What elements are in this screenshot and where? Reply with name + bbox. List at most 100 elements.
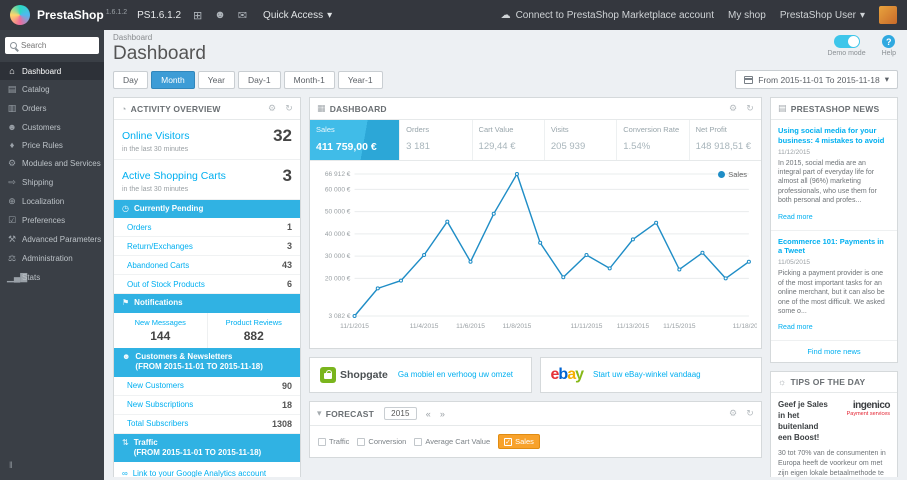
quick-access-menu[interactable]: Quick Access ▾ xyxy=(263,10,332,21)
find-more-news-link[interactable]: Find more news xyxy=(771,341,897,362)
refresh-icon[interactable]: ↻ xyxy=(746,408,754,419)
ingenico-logo: ingenico Payment services xyxy=(838,400,891,443)
kpi-label: Visits xyxy=(550,125,569,134)
cell-label: Product Reviews xyxy=(225,317,282,327)
sidebar-item-localization[interactable]: ⊕ Localization xyxy=(0,192,104,211)
sidebar-item-shipping[interactable]: ⇨ Shipping xyxy=(0,173,104,192)
svg-text:11/13/2015: 11/13/2015 xyxy=(617,323,650,330)
read-more-link[interactable]: Read more xyxy=(778,214,813,221)
search-input[interactable] xyxy=(21,41,89,50)
advanced-parameters-icon: ⚒ xyxy=(7,234,17,244)
refresh-icon[interactable]: ↻ xyxy=(285,103,293,114)
my-shop-link[interactable]: My shop xyxy=(728,10,766,21)
row-value: 3 xyxy=(286,241,292,252)
user-menu[interactable]: PrestaShop User ▾ xyxy=(780,10,865,21)
marketplace-label: Connect to PrestaShop Marketplace accoun… xyxy=(515,9,715,21)
forecast-toggle-average-cart-value[interactable]: Average Cart Value xyxy=(414,437,490,446)
brand-text: PrestaShop xyxy=(37,8,104,22)
forecast-year-select[interactable]: 2015 xyxy=(384,407,417,420)
avatar[interactable] xyxy=(879,6,897,24)
row-link[interactable]: Total Subscribers xyxy=(127,419,188,428)
news-article-link[interactable]: Using social media for your business: 4 … xyxy=(778,126,890,146)
sidebar-item-administration[interactable]: ⚖ Administration xyxy=(0,249,104,268)
range-day-1-button[interactable]: Day-1 xyxy=(237,70,281,89)
kpi-cart-value[interactable]: Cart Value 129,44 € xyxy=(473,120,545,160)
sidebar-item-stats[interactable]: ▁▄▇ Stats xyxy=(0,268,104,287)
range-day-button[interactable]: Day xyxy=(113,70,149,89)
prestashop-news-panel: ▤ PRESTASHOP NEWS Using social media for… xyxy=(770,97,898,364)
quick-access-label: Quick Access xyxy=(263,9,324,21)
sidebar-item-orders[interactable]: ▥ Orders xyxy=(0,99,104,118)
range-month-button[interactable]: Month xyxy=(151,70,195,89)
topbar: PrestaShop 1.6.1.2 PS1.6.1.2 ⊞ ☻ ✉ Quick … xyxy=(0,0,907,30)
date-range-picker[interactable]: From 2015-11-01 To 2015-11-18 ▾ xyxy=(735,70,898,89)
help-icon[interactable]: ? xyxy=(882,35,896,48)
kpi-net-profit[interactable]: Net Profit 148 918,51 € xyxy=(690,120,761,160)
product-reviews-cell[interactable]: Product Reviews 882 xyxy=(208,313,301,348)
breadcrumb[interactable]: Dashboard xyxy=(113,33,206,42)
demo-mode-toggle[interactable] xyxy=(833,35,860,48)
section-title: Currently Pending xyxy=(133,204,204,213)
online-visitors-link[interactable]: Online Visitors xyxy=(122,130,190,142)
active-carts-link[interactable]: Active Shopping Carts xyxy=(122,170,226,182)
messages-icon[interactable]: ✉ xyxy=(238,9,247,22)
cart-icon[interactable]: ⊞ xyxy=(193,9,202,22)
gear-icon[interactable]: ⚙ xyxy=(729,408,737,419)
kpi-sales[interactable]: Sales 411 759,00 € xyxy=(310,120,401,160)
sidebar-item-advanced-parameters[interactable]: ⚒ Advanced Parameters xyxy=(0,230,104,249)
kpi-visits[interactable]: Visits 205 939 xyxy=(545,120,618,160)
ebay-promo: ebay Start uw eBay-winkel vandaag xyxy=(539,357,762,393)
gear-icon[interactable]: ⚙ xyxy=(729,103,737,114)
activity-icon: ◔ xyxy=(121,103,127,114)
kpi-conversion-rate[interactable]: Conversion Rate 1.54% xyxy=(617,120,690,160)
ebay-letter: a xyxy=(567,366,576,383)
sidebar-collapse-button[interactable]: ‖ xyxy=(0,450,104,480)
svg-text:11/18/2015: 11/18/2015 xyxy=(733,323,757,330)
google-analytics-link[interactable]: ∞ Link to your Google Analytics account xyxy=(114,462,300,477)
sidebar-item-dashboard[interactable]: ⌂ Dashboard xyxy=(0,62,104,80)
forecast-toggle-traffic[interactable]: Traffic xyxy=(318,437,349,446)
forecast-next-button[interactable]: » xyxy=(440,409,445,419)
gear-icon[interactable]: ⚙ xyxy=(268,103,276,114)
news-article-excerpt: Picking a payment provider is one of the… xyxy=(778,270,885,315)
customers-row-total-subscribers: Total Subscribers 1308 xyxy=(114,415,300,434)
range-month-1-button[interactable]: Month-1 xyxy=(283,70,335,89)
shopgate-promo-link[interactable]: Ga mobiel en verhoog uw omzet xyxy=(398,370,513,380)
sidebar-item-modules[interactable]: ⚙ Modules and Services xyxy=(0,154,104,173)
kpi-orders[interactable]: Orders 3 181 xyxy=(400,120,473,160)
row-link[interactable]: Abandoned Carts xyxy=(127,261,189,270)
row-value: 1 xyxy=(286,222,292,233)
forecast-prev-button[interactable]: « xyxy=(426,409,431,419)
date-range-value: From 2015-11-01 To 2015-11-18 xyxy=(758,74,880,85)
sidebar-item-customers[interactable]: ☻ Customers xyxy=(0,118,104,136)
range-year-1-button[interactable]: Year-1 xyxy=(337,70,383,89)
range-year-button[interactable]: Year xyxy=(197,70,235,89)
sidebar-item-label: Catalog xyxy=(22,85,50,94)
row-link[interactable]: Return/Exchanges xyxy=(127,242,193,251)
sidebar-item-label: Stats xyxy=(22,273,41,282)
chart-legend[interactable]: Sales xyxy=(718,170,747,179)
sidebar-item-preferences[interactable]: ☑ Preferences xyxy=(0,211,104,230)
sidebar-item-price-rules[interactable]: ♦ Price Rules xyxy=(0,136,104,154)
forecast-toggle-conversion[interactable]: Conversion xyxy=(357,437,406,446)
svg-text:50 000 €: 50 000 € xyxy=(325,209,351,216)
row-link[interactable]: New Customers xyxy=(127,381,184,390)
new-messages-cell[interactable]: New Messages 144 xyxy=(114,312,208,348)
customers-icon[interactable]: ☻ xyxy=(214,9,226,21)
row-link[interactable]: New Subscriptions xyxy=(127,400,193,409)
news-article-link[interactable]: Ecommerce 101: Payments in a Tweet xyxy=(778,237,890,257)
kpi-value: 3 181 xyxy=(406,141,430,152)
row-value: 6 xyxy=(286,279,292,290)
row-link[interactable]: Out of Stock Products xyxy=(127,280,205,289)
row-link[interactable]: Orders xyxy=(127,223,151,232)
sidebar-search[interactable] xyxy=(5,37,99,54)
administration-icon: ⚖ xyxy=(7,253,17,263)
marketplace-link[interactable]: ☁ Connect to PrestaShop Marketplace acco… xyxy=(501,10,714,21)
sidebar-item-catalog[interactable]: ▤ Catalog xyxy=(0,80,104,99)
section-title: Notifications xyxy=(134,298,183,308)
ebay-promo-link[interactable]: Start uw eBay-winkel vandaag xyxy=(593,370,701,380)
orders-icon: ▥ xyxy=(7,103,17,113)
refresh-icon[interactable]: ↻ xyxy=(746,103,754,114)
forecast-toggle-sales[interactable]: Sales xyxy=(498,434,540,449)
read-more-link[interactable]: Read more xyxy=(778,324,813,331)
